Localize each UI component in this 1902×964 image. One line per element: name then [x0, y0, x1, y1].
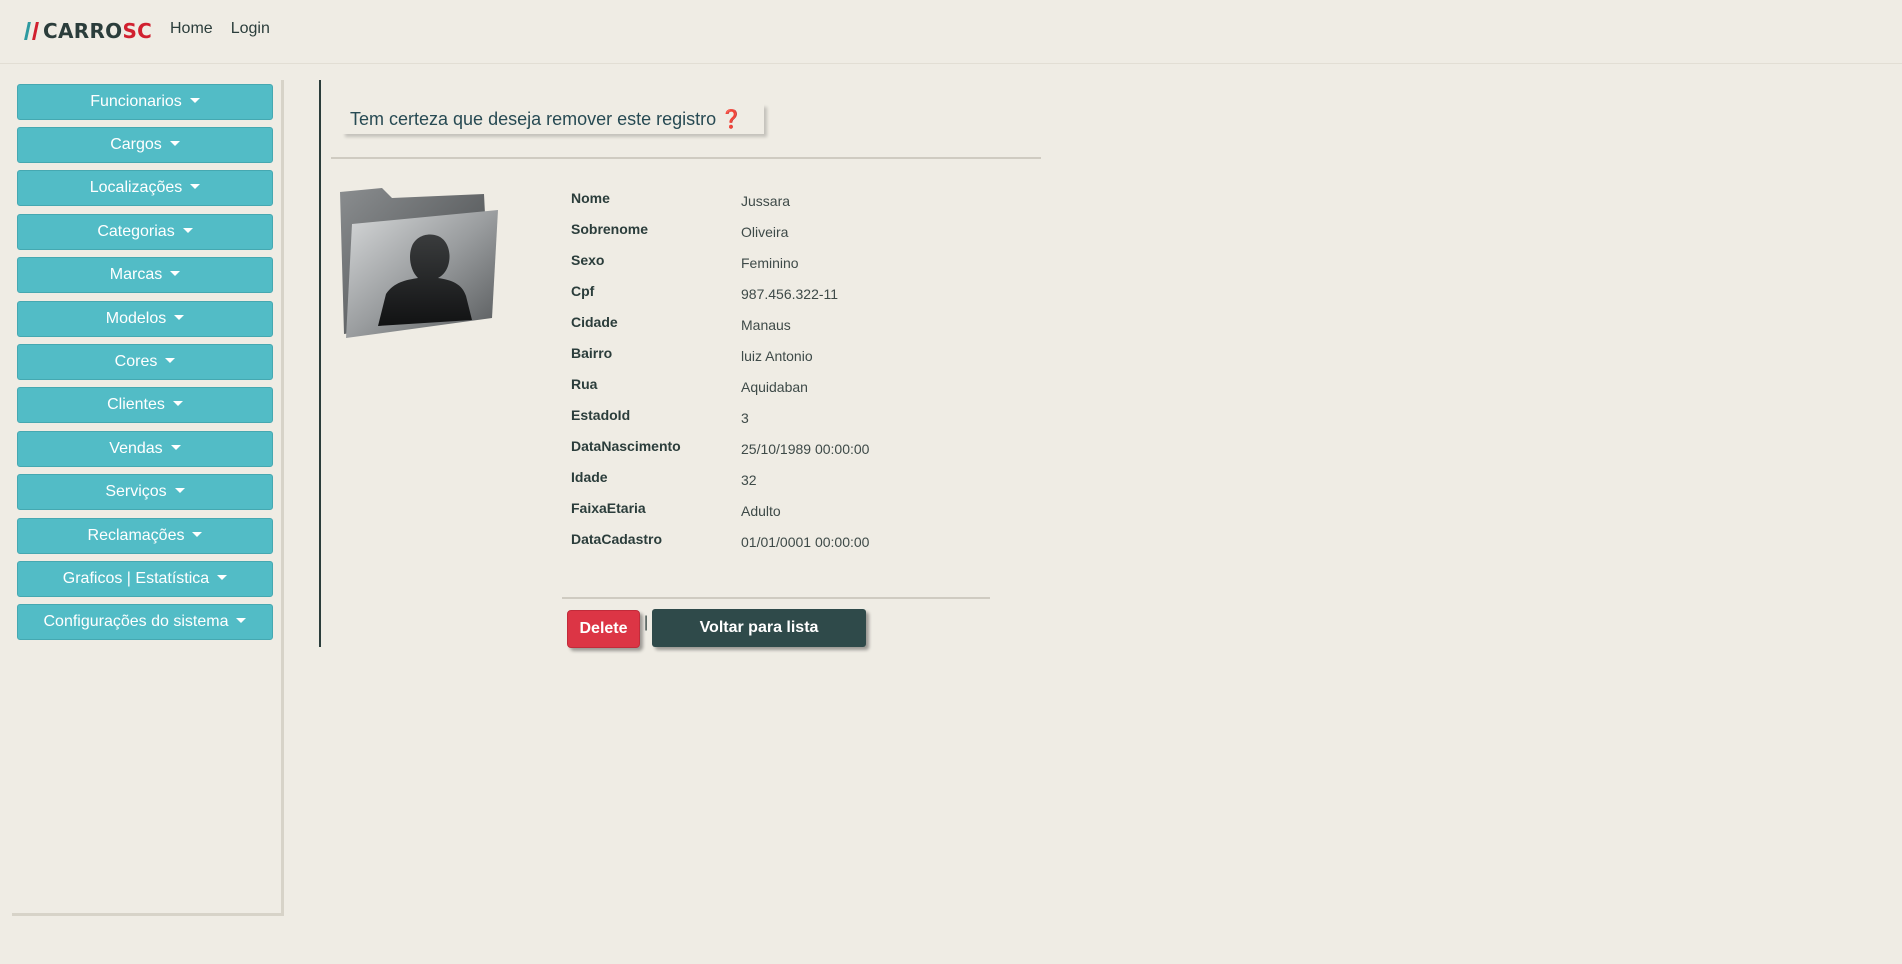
detail-row: DataNascimento 25/10/1989 00:00:00: [571, 438, 991, 469]
logo-stripes-icon: [24, 22, 41, 40]
dropdown-caret-icon: [236, 617, 247, 623]
sidebar-item-label: Modelos: [105, 310, 167, 327]
detail-value: Manaus: [741, 317, 791, 333]
sidebar: Funcionarios Cargos Localizações Categor…: [12, 80, 284, 916]
detail-row: Nome Jussara: [571, 190, 991, 221]
nav-links: Home Login: [170, 20, 270, 38]
sidebar-item-funcionarios[interactable]: Funcionarios: [17, 84, 273, 120]
detail-label: Bairro: [571, 345, 613, 361]
divider: [331, 157, 1041, 159]
user-folder-icon: [340, 188, 498, 338]
back-to-list-button[interactable]: Voltar para lista: [652, 609, 866, 647]
button-separator: |: [644, 614, 649, 631]
detail-label: DataCadastro: [571, 531, 663, 547]
detail-value: Adulto: [741, 503, 781, 519]
detail-value: Aquidaban: [741, 379, 808, 395]
sidebar-item-label: Clientes: [107, 396, 165, 413]
sidebar-item-label: Categorias: [97, 223, 175, 240]
dropdown-caret-icon: [217, 574, 228, 580]
dropdown-caret-icon: [174, 487, 185, 493]
sidebar-item-label: Serviços: [105, 483, 167, 500]
nav-home-link[interactable]: Home: [170, 20, 213, 38]
detail-value: Jussara: [741, 193, 791, 209]
sidebar-item-vendas[interactable]: Vendas: [17, 431, 273, 467]
detail-label: EstadoId: [571, 407, 631, 423]
detail-row: EstadoId 3: [571, 407, 991, 438]
detail-value: luiz Antonio: [741, 348, 813, 364]
top-navbar: CARRO SC Home Login: [0, 0, 1902, 64]
sidebar-item-label: Graficos | Estatística: [62, 570, 210, 587]
delete-confirmation-heading: Tem certeza que deseja remover este regi…: [342, 104, 764, 134]
question-text: Tem certeza que deseja remover este regi…: [350, 108, 717, 129]
dropdown-caret-icon: [170, 444, 181, 450]
detail-row: Rua Aquidaban: [571, 376, 991, 407]
sidebar-item-categorias[interactable]: Categorias: [17, 214, 273, 250]
detail-row: DataCadastro 01/01/0001 00:00:00: [571, 531, 991, 562]
detail-label: Cidade: [571, 314, 618, 330]
detail-row: Bairro luiz Antonio: [571, 345, 991, 376]
sidebar-item-label: Marcas: [109, 266, 163, 283]
sidebar-item-modelos[interactable]: Modelos: [17, 301, 273, 337]
brand-logo[interactable]: CARRO SC: [24, 18, 153, 44]
detail-row: Cpf 987.456.322-11: [571, 283, 991, 314]
sidebar-item-label: Reclamações: [87, 527, 185, 544]
dropdown-caret-icon: [169, 140, 180, 146]
dropdown-caret-icon: [172, 400, 183, 406]
dropdown-caret-icon: [170, 270, 181, 276]
detail-label: Idade: [571, 469, 608, 485]
detail-label: Sobrenome: [571, 221, 649, 237]
sidebar-item-label: Configurações do sistema: [43, 613, 229, 630]
dropdown-caret-icon: [182, 227, 193, 233]
detail-row: FaixaEtaria Adulto: [571, 500, 991, 531]
sidebar-item-clientes[interactable]: Clientes: [17, 387, 273, 423]
sidebar-item-cargos[interactable]: Cargos: [17, 127, 273, 163]
delete-button[interactable]: Delete: [567, 610, 640, 648]
detail-label: FaixaEtaria: [571, 500, 646, 516]
detail-value: 32: [741, 472, 757, 488]
main-divider: [319, 80, 321, 647]
brand-name-carro: CARRO: [43, 19, 123, 43]
detail-value: Feminino: [741, 255, 799, 271]
nav-login-link[interactable]: Login: [231, 20, 270, 38]
divider: [562, 597, 990, 599]
sidebar-item-configuracoes[interactable]: Configurações do sistema: [17, 604, 273, 640]
sidebar-item-graficos[interactable]: Graficos | Estatística: [17, 561, 273, 597]
dropdown-caret-icon: [189, 97, 200, 103]
detail-row: Idade 32: [571, 469, 991, 500]
detail-label: Rua: [571, 376, 598, 392]
detail-label: Sexo: [571, 252, 605, 268]
detail-label: Cpf: [571, 283, 595, 299]
brand-name-sc: SC: [122, 19, 153, 43]
dropdown-caret-icon: [190, 183, 201, 189]
sidebar-item-label: Cargos: [110, 136, 162, 153]
dropdown-caret-icon: [174, 314, 185, 320]
sidebar-item-label: Vendas: [109, 440, 163, 457]
question-mark-icon: ❓: [720, 108, 743, 129]
dropdown-caret-icon: [192, 531, 203, 537]
sidebar-item-cores[interactable]: Cores: [17, 344, 273, 380]
sidebar-item-label: Localizações: [89, 179, 183, 196]
detail-row: Sexo Feminino: [571, 252, 991, 283]
sidebar-item-localizacoes[interactable]: Localizações: [17, 170, 273, 206]
detail-value: Oliveira: [741, 224, 789, 240]
dropdown-caret-icon: [165, 357, 176, 363]
detail-row: Cidade Manaus: [571, 314, 991, 345]
sidebar-item-servicos[interactable]: Serviços: [17, 474, 273, 510]
detail-value: 25/10/1989 00:00:00: [741, 441, 870, 457]
sidebar-item-marcas[interactable]: Marcas: [17, 257, 273, 293]
detail-label: Nome: [571, 190, 610, 206]
detail-value: 987.456.322-11: [741, 286, 839, 302]
sidebar-item-label: Funcionarios: [90, 93, 182, 110]
sidebar-item-reclamacoes[interactable]: Reclamações: [17, 518, 273, 554]
detail-value: 01/01/0001 00:00:00: [741, 534, 870, 550]
detail-value: 3: [741, 410, 749, 426]
detail-label: DataNascimento: [571, 438, 681, 454]
sidebar-item-label: Cores: [114, 353, 158, 370]
detail-row: Sobrenome Oliveira: [571, 221, 991, 252]
